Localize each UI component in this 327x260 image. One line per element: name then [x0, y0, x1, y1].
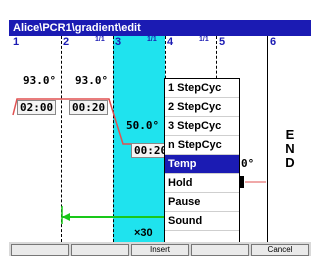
hold-marker	[240, 176, 244, 188]
menu-item-2-stepcyc[interactable]: 2 StepCyc	[165, 98, 239, 117]
menu-item-3-stepcyc[interactable]: 3 StepCyc	[165, 117, 239, 136]
step3-temperature[interactable]: 50.0°	[126, 119, 159, 132]
step2-temperature[interactable]: 93.0°	[75, 74, 108, 87]
program-area[interactable]: 1 2 3 4 5 6 1/1 1/1 1/1 93.0° 93.0° 50.0…	[9, 36, 311, 242]
menu-item-hold[interactable]: Hold	[165, 174, 239, 193]
temperature-profile	[12, 98, 266, 224]
menu-item-pause[interactable]: Pause	[165, 193, 239, 212]
end-label: END	[285, 127, 295, 170]
cancel-button[interactable]: Cancel	[251, 244, 309, 256]
softkey-4[interactable]	[191, 244, 249, 256]
menu-item-sound[interactable]: Sound	[165, 212, 239, 231]
softkey-1[interactable]	[11, 244, 69, 256]
cycle-count[interactable]: ×30	[134, 227, 153, 239]
menu-item-n-stepcyc[interactable]: n StepCyc	[165, 136, 239, 155]
insert-button[interactable]: Insert	[131, 244, 189, 256]
step-type-menu[interactable]: 1 StepCyc 2 StepCyc 3 StepCyc n StepCyc …	[164, 78, 240, 242]
cycle-arrow-left-head	[62, 213, 70, 221]
step1-temperature[interactable]: 93.0°	[23, 74, 56, 87]
step2-time[interactable]: 00:20	[69, 100, 109, 115]
window-title: Alice\PCR1\gradient\edit	[9, 20, 311, 36]
menu-item-1-stepcyc[interactable]: 1 StepCyc	[165, 79, 239, 98]
step1-time[interactable]: 02:00	[17, 100, 57, 115]
softkey-2[interactable]	[71, 244, 129, 256]
menu-item-temp[interactable]: Temp	[165, 155, 239, 174]
pcr-device-screen: Alice\PCR1\gradient\edit 1 2 3 4 5 6 1/1…	[9, 20, 311, 256]
step5-temperature[interactable]: 0°	[241, 157, 254, 170]
softkey-bar: Insert Cancel	[9, 242, 311, 256]
